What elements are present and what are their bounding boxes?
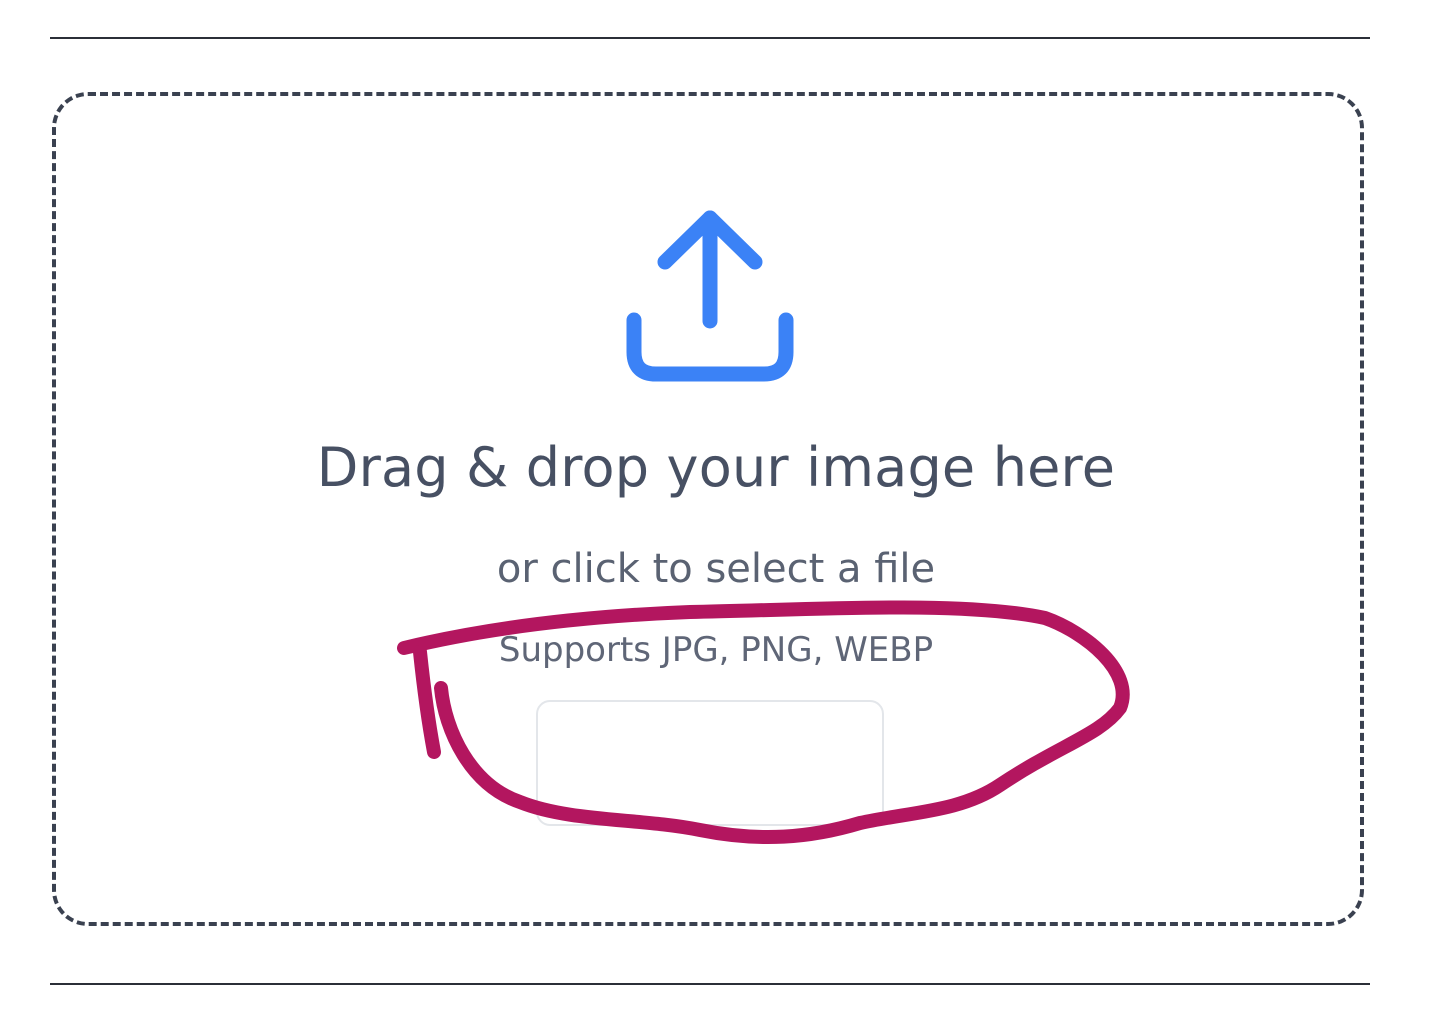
- bottom-divider: [50, 983, 1370, 985]
- top-divider: [50, 37, 1370, 39]
- dropzone-title: Drag & drop your image here: [316, 436, 1116, 499]
- dropzone-subtitle[interactable]: or click to select a file: [0, 546, 1432, 592]
- supported-formats: Supports JPG, PNG, WEBP: [498, 630, 934, 670]
- upload-page: Drag & drop your image here or click to …: [0, 0, 1432, 1022]
- upload-icon: [626, 210, 794, 382]
- file-input-box[interactable]: [536, 700, 884, 826]
